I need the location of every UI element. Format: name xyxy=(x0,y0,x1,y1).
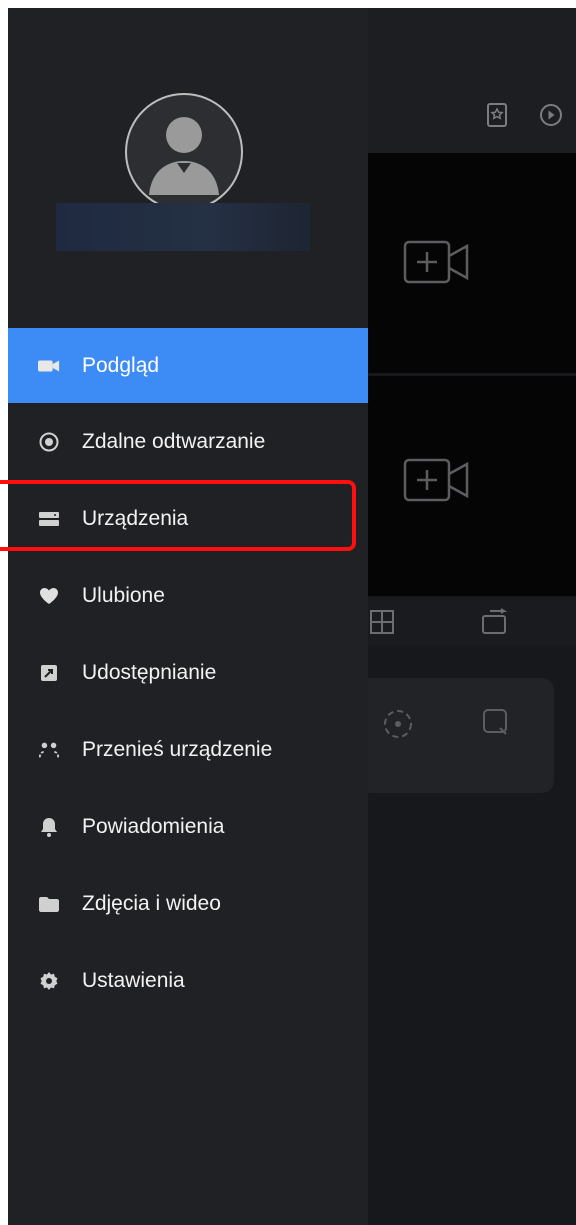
share-icon xyxy=(38,662,60,684)
menu-item-przenies-urzadzenie[interactable]: Przenieś urządzenie xyxy=(8,711,368,788)
folder-icon xyxy=(38,893,60,915)
menu-item-urzadzenia[interactable]: Urządzenia xyxy=(8,480,368,557)
playback-icon xyxy=(38,431,60,453)
add-camera-icon[interactable] xyxy=(403,238,475,291)
menu-item-label: Udostępnianie xyxy=(82,660,217,684)
menu-item-label: Urządzenia xyxy=(82,506,189,530)
gear-icon xyxy=(38,970,60,992)
video-camera-icon xyxy=(38,355,60,377)
navigation-drawer: Podgląd Zdalne odtwarzanie Urządzenia Ul… xyxy=(8,8,368,1225)
menu-item-label: Przenieś urządzenie xyxy=(82,737,273,761)
menu-item-podglad[interactable]: Podgląd xyxy=(8,328,368,403)
devices-icon xyxy=(38,508,60,530)
play-icon[interactable] xyxy=(538,102,564,133)
menu-item-label: Zdalne odtwarzanie xyxy=(82,429,266,453)
bell-icon xyxy=(38,816,60,838)
grid-layout-icon[interactable] xyxy=(368,608,396,641)
add-camera-icon[interactable] xyxy=(403,456,475,509)
menu-item-label: Zdjęcia i wideo xyxy=(82,891,221,915)
favorites-bookmark-icon[interactable] xyxy=(485,102,509,133)
switch-view-icon[interactable] xyxy=(480,608,510,641)
menu-item-label: Ulubione xyxy=(82,583,165,607)
menu-item-zdalne-odtwarzanie[interactable]: Zdalne odtwarzanie xyxy=(8,403,368,480)
menu-item-label: Podgląd xyxy=(82,353,160,377)
user-avatar-icon xyxy=(149,117,219,195)
menu-item-label: Powiadomienia xyxy=(82,814,225,838)
menu-item-ustawienia[interactable]: Ustawienia xyxy=(8,942,368,1019)
transfer-device-icon xyxy=(38,739,60,761)
heart-icon xyxy=(38,585,60,607)
user-avatar[interactable] xyxy=(125,93,243,211)
drawer-menu: Podgląd Zdalne odtwarzanie Urządzenia Ul… xyxy=(8,328,368,1019)
capture-icon[interactable] xyxy=(480,706,512,743)
menu-item-label: Ustawienia xyxy=(82,968,185,992)
ptz-icon[interactable] xyxy=(380,706,416,747)
control-card xyxy=(358,678,554,793)
username-bar[interactable] xyxy=(56,203,310,251)
menu-item-powiadomienia[interactable]: Powiadomienia xyxy=(8,788,368,865)
menu-item-zdjecia-i-wideo[interactable]: Zdjęcia i wideo xyxy=(8,865,368,942)
menu-item-ulubione[interactable]: Ulubione xyxy=(8,557,368,634)
menu-item-udostepnianie[interactable]: Udostępnianie xyxy=(8,634,368,711)
